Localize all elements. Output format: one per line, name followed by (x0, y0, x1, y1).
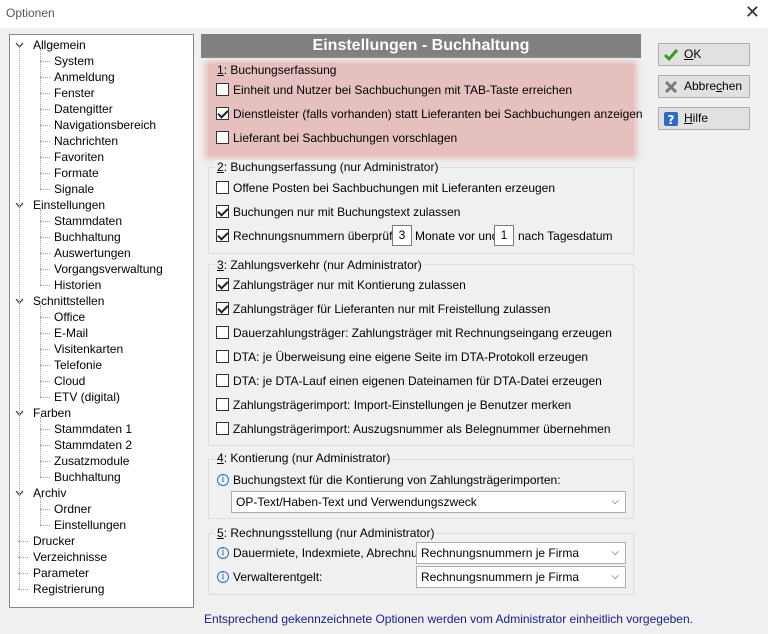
months-input[interactable]: 3 (392, 225, 412, 246)
ok-button[interactable]: OK (658, 43, 750, 66)
tree-item-allgemein-navigationsbereich[interactable]: Navigationsbereich (53, 117, 157, 133)
chevron-down-icon: ⌵ (611, 571, 619, 582)
tree-item-verzeichnisse[interactable]: Verzeichnisse (32, 549, 108, 565)
tree-item-farben-stammdaten-1[interactable]: Stammdaten 1 (53, 421, 133, 437)
option-dta-seite[interactable]: DTA: je Überweisung eine eigene Seite im… (216, 349, 626, 365)
checkbox[interactable] (216, 302, 229, 315)
option-rechnungsnummern[interactable]: Rechnungsnummern überprüfen: 3 Monate vo… (216, 225, 626, 246)
days-input[interactable]: 1 (494, 225, 514, 246)
options-tree[interactable]: Allgemein System Anmeldung Fenster Datengitt… (9, 34, 194, 608)
close-icon[interactable]: ✕ (745, 2, 760, 23)
tree-item-allgemein-formate[interactable]: Formate (53, 165, 100, 181)
chevron-down-icon: ⌵ (611, 496, 619, 507)
checkbox[interactable] (216, 83, 229, 96)
tree-item-farben[interactable]: Farben (32, 405, 72, 421)
svg-text:?: ? (668, 113, 675, 127)
tree-item-schnittstellen-etv-digital-[interactable]: ETV (digital) (53, 389, 121, 405)
group-2-legend: 2: Buchungserfassung (nur Administrator) (215, 160, 441, 174)
tree-item-allgemein-anmeldung[interactable]: Anmeldung (53, 69, 116, 85)
verwalterentgelt-label: Verwalterentgelt: (233, 570, 323, 584)
tree-item-schnittstellen[interactable]: Schnittstellen (32, 293, 105, 309)
group-1-legend: 1: Buchungserfassung (215, 63, 339, 77)
checkbox[interactable] (216, 181, 229, 194)
checkbox[interactable] (216, 205, 229, 218)
option-kontierung[interactable]: Zahlungsträger nur mit Kontierung zulass… (216, 277, 626, 293)
cross-icon (664, 80, 678, 94)
tree-item-einstellungen[interactable]: Einstellungen (32, 197, 106, 213)
option-dauerzahlung[interactable]: Dauerzahlungsträger: Zahlungsträger mit … (216, 325, 626, 341)
tree-item-archiv[interactable]: Archiv (32, 485, 67, 501)
checkbox[interactable] (216, 350, 229, 363)
tree-item-registrierung[interactable]: Registrierung (32, 581, 105, 597)
option-offene-posten[interactable]: Offene Posten bei Sachbuchungen mit Lief… (216, 180, 626, 196)
tree-item-einstellungen-historien[interactable]: Historien (53, 277, 102, 293)
tree-item-einstellungen-auswertungen[interactable]: Auswertungen (53, 245, 132, 261)
panel-title: Einstellungen - Buchhaltung (201, 34, 641, 58)
tree-item-einstellungen-buchhaltung[interactable]: Buchhaltung (53, 229, 122, 245)
tree-item-allgemein-favoriten[interactable]: Favoriten (53, 149, 105, 165)
tree-item-farben-zusatzmodule[interactable]: Zusatzmodule (53, 453, 130, 469)
verwalterentgelt-select[interactable]: Rechnungsnummern je Firma ⌵ (416, 566, 626, 588)
kontierung-select[interactable]: OP-Text/Haben-Text und Verwendungszweck … (231, 491, 626, 513)
tree-item-einstellungen-stammdaten[interactable]: Stammdaten (53, 213, 123, 229)
kontierung-label: Buchungstext für die Kontierung von Zahl… (233, 473, 561, 487)
title-bar: Optionen ✕ (0, 0, 768, 28)
tree-item-schnittstellen-e-mail[interactable]: E-Mail (53, 325, 89, 341)
tree-item-schnittstellen-cloud[interactable]: Cloud (53, 373, 86, 389)
help-button[interactable]: ? Hilfe (658, 107, 750, 130)
tree-item-schnittstellen-office[interactable]: Office (53, 309, 86, 325)
tree-item-parameter[interactable]: Parameter (32, 565, 90, 581)
checkbox[interactable] (216, 278, 229, 291)
tree-item-drucker[interactable]: Drucker (32, 533, 76, 549)
dauermiete-label: Dauermiete, Indexmiete, Abrechnung: (233, 546, 435, 560)
dauermiete-select[interactable]: Rechnungsnummern je Firma ⌵ (416, 542, 626, 564)
checkbox[interactable] (216, 131, 229, 144)
tree-item-allgemein-nachrichten[interactable]: Nachrichten (53, 133, 119, 149)
info-icon: i (217, 571, 229, 583)
info-icon: i (217, 474, 229, 486)
option-import-einstellungen[interactable]: Zahlungsträgerimport: Import-Einstellung… (216, 397, 626, 413)
option-dta-datei[interactable]: DTA: je DTA-Lauf einen eigenen Dateiname… (216, 373, 626, 389)
option-tab-key[interactable]: Einheit und Nutzer bei Sachbuchungen mit… (216, 82, 626, 98)
tree-item-allgemein-system[interactable]: System (53, 53, 95, 69)
option-lieferant-vorschlagen[interactable]: Lieferant bei Sachbuchungen vorschlagen (216, 130, 626, 146)
days-label: nach Tagesdatum (518, 229, 613, 243)
tree-item-schnittstellen-visitenkarten[interactable]: Visitenkarten (53, 341, 124, 357)
footer-note: Entsprechend gekennzeichnete Optionen we… (204, 612, 693, 626)
window-title: Optionen (6, 6, 55, 20)
tree-item-archiv-ordner[interactable]: Ordner (53, 501, 92, 517)
checkbox[interactable] (216, 326, 229, 339)
cancel-button[interactable]: Abbrechen (658, 75, 750, 98)
tree-item-schnittstellen-telefonie[interactable]: Telefonie (53, 357, 103, 373)
tree-item-allgemein-fenster[interactable]: Fenster (53, 85, 96, 101)
group-3-legend: 3: Zahlungsverkehr (nur Administrator) (215, 258, 424, 272)
checkmark-icon (663, 49, 679, 62)
option-buchungstext[interactable]: Buchungen nur mit Buchungstext zulassen (216, 204, 626, 220)
info-icon: i (217, 547, 229, 559)
tree-item-archiv-einstellungen[interactable]: Einstellungen (53, 517, 127, 533)
tree-item-allgemein-datengitter[interactable]: Datengitter (53, 101, 114, 117)
group-4-legend: 4: Kontierung (nur Administrator) (215, 451, 393, 465)
tree-item-farben-stammdaten-2[interactable]: Stammdaten 2 (53, 437, 133, 453)
tree-item-allgemein-signale[interactable]: Signale (53, 181, 95, 197)
checkbox[interactable] (216, 374, 229, 387)
tree-item-einstellungen-vorgangsverwaltung[interactable]: Vorgangsverwaltung (53, 261, 164, 277)
checkbox[interactable] (216, 107, 229, 120)
chevron-down-icon: ⌵ (611, 547, 619, 558)
checkbox[interactable] (216, 229, 229, 242)
option-freistellung[interactable]: Zahlungsträger für Lieferanten nur mit F… (216, 301, 626, 317)
checkbox[interactable] (216, 398, 229, 411)
help-icon: ? (664, 112, 678, 127)
months-label: Monate vor und (415, 229, 499, 243)
checkbox[interactable] (216, 422, 229, 435)
option-dienstleister[interactable]: Dienstleister (falls vorhanden) statt Li… (216, 106, 643, 122)
group-5-legend: 5: Rechnungsstellung (nur Administrator) (215, 526, 437, 540)
tree-item-farben-buchhaltung[interactable]: Buchhaltung (53, 469, 122, 485)
option-auszugsnummer[interactable]: Zahlungsträgerimport: Auszugsnummer als … (216, 421, 626, 437)
